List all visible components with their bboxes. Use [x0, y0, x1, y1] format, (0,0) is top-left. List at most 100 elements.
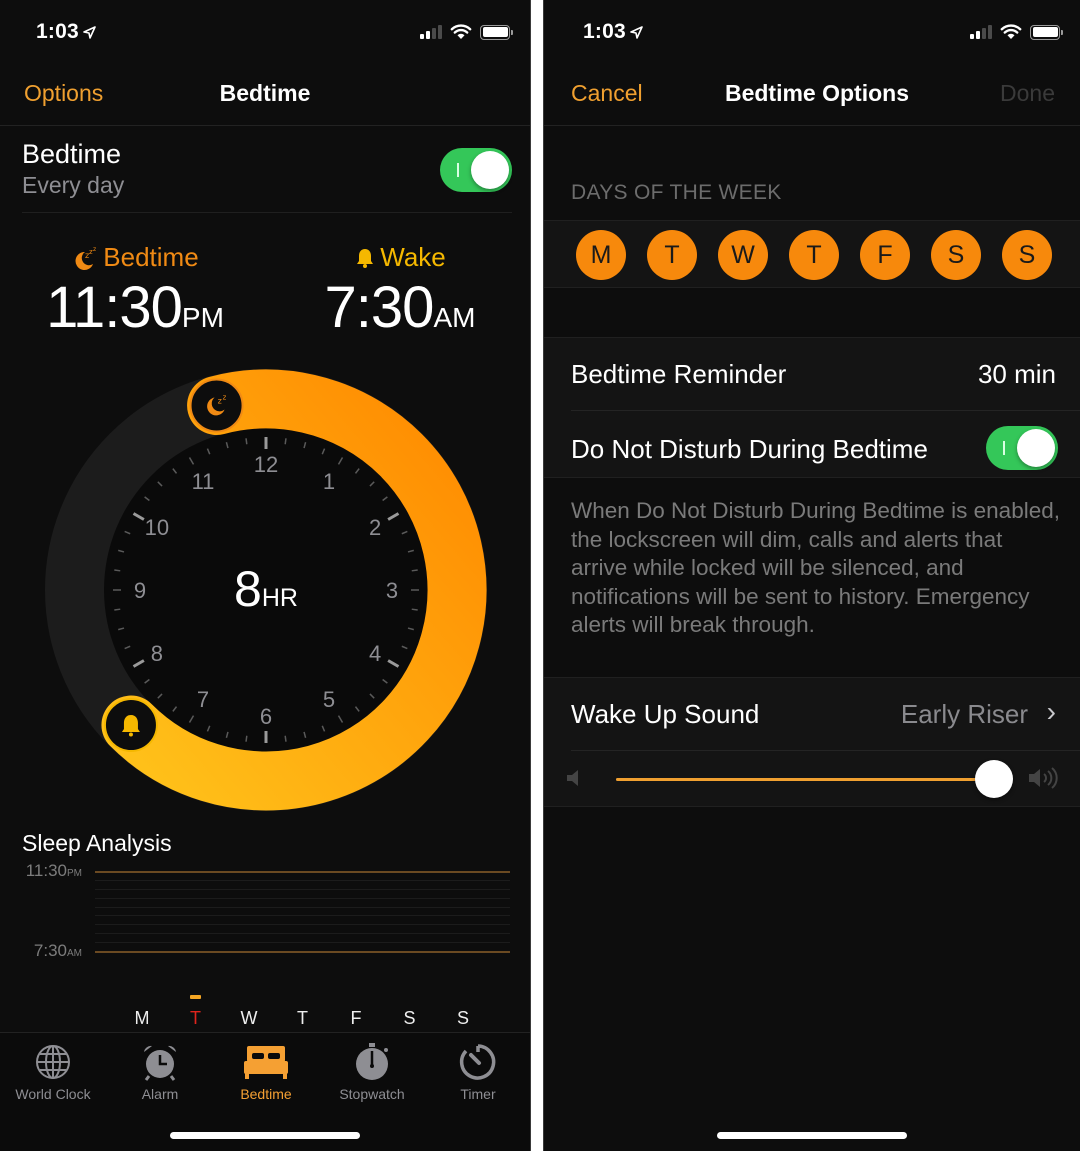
- bedtime-toggle-switch[interactable]: [440, 148, 512, 192]
- clock-tick: [411, 608, 418, 611]
- day-toggle[interactable]: F: [860, 230, 910, 280]
- location-arrow-icon: [83, 21, 96, 45]
- sleep-day-label: S: [403, 1008, 416, 1028]
- globe-icon: [3, 1041, 103, 1083]
- sleep-grid-line: [95, 915, 510, 917]
- dnd-label: Do Not Disturb During Bedtime: [571, 434, 928, 464]
- tab-label: Stopwatch: [339, 1086, 405, 1102]
- clock-tick: [245, 735, 248, 742]
- bedtime-reminder-row[interactable]: Bedtime Reminder 30 min: [571, 338, 1056, 411]
- signal-bar: [976, 31, 980, 39]
- dnd-description: When Do Not Disturb During Bedtime is en…: [571, 498, 1060, 637]
- bedtime-reminder-value: 30 min: [977, 359, 1056, 389]
- sleep-day-label: S: [456, 1008, 469, 1028]
- clock-hour-label: 12: [254, 452, 278, 477]
- sleep-grid-line: [95, 879, 510, 881]
- signal-bar: [982, 28, 986, 39]
- wake-up-sound-row[interactable]: Wake Up Sound Early Riser ›: [571, 678, 1056, 751]
- timer-icon: [428, 1041, 528, 1083]
- day-toggle[interactable]: T: [789, 230, 839, 280]
- tab-label: Alarm: [141, 1086, 179, 1102]
- tab-label: World Clock: [15, 1086, 91, 1102]
- wake-value: 7:30AM: [310, 279, 490, 337]
- day-toggle[interactable]: T: [647, 230, 697, 280]
- clock-tick: [245, 438, 248, 445]
- wifi-icon: [450, 24, 472, 39]
- bedtime-toggle-title: Bedtime: [22, 139, 122, 169]
- tab-world-clock[interactable]: World Clock: [3, 1041, 103, 1102]
- signal-bar: [426, 31, 430, 39]
- volume-slider-thumb[interactable]: [975, 760, 1013, 798]
- sleep-clock-dial: 121234567891011 z z 8HR: [45, 369, 487, 811]
- bedtime-screen: 1:03 Options Bedtime Bedtime Every day z…: [0, 0, 531, 1151]
- svg-text:z: z: [223, 394, 227, 402]
- clock-hour-label: 2: [369, 515, 381, 540]
- clock-tick: [114, 569, 121, 572]
- day-toggle[interactable]: S: [931, 230, 981, 280]
- bedtime-time: 11:30: [46, 275, 183, 340]
- svg-text:z: z: [93, 246, 96, 253]
- wake-label: Wake: [380, 242, 446, 272]
- sleep-axis-bottom-label: 7:30AM: [33, 941, 82, 960]
- svg-text:z: z: [218, 397, 222, 406]
- alarm-clock-icon: [110, 1041, 210, 1083]
- volume-slider-fill: [616, 778, 994, 781]
- clock-hour-label: 1: [323, 469, 335, 494]
- sleep-goal-line: [95, 951, 510, 953]
- cellular-signal-icon: [420, 25, 442, 39]
- tab-bedtime[interactable]: Bedtime: [216, 1041, 316, 1102]
- dnd-row: Do Not Disturb During Bedtime: [571, 411, 1058, 479]
- status-bar: 1:03: [0, 0, 530, 66]
- bedtime-toggle-row: Bedtime Every day: [22, 127, 512, 213]
- days-of-week-selector: MTWTFSS: [544, 220, 1080, 288]
- tab-timer[interactable]: Timer: [428, 1041, 528, 1102]
- stopwatch-icon: [322, 1041, 422, 1083]
- sleep-grid-line: [95, 924, 510, 926]
- clock-tick: [284, 438, 287, 445]
- wake-ampm: AM: [433, 302, 476, 333]
- sleep-day-label: M: [134, 1008, 150, 1028]
- home-indicator[interactable]: [717, 1132, 907, 1139]
- bedtime-handle[interactable]: z z: [189, 378, 244, 433]
- sleep-goal-line: [95, 871, 510, 873]
- clock-hour-label: 9: [134, 578, 146, 603]
- moon-zzz-icon: zzz: [75, 246, 96, 270]
- sleep-grid-line: [95, 897, 510, 899]
- signal-bar: [420, 34, 424, 39]
- clock-tick: [114, 608, 121, 611]
- bedtime-options-screen: 1:03 Cancel Bedtime Options Done DAYS OF…: [543, 0, 1080, 1151]
- wake-time: 7:30: [324, 275, 435, 340]
- day-toggle[interactable]: M: [576, 230, 626, 280]
- volume-low-icon: [567, 770, 578, 786]
- bedtime-ampm: PM: [181, 302, 224, 333]
- clock-hour-label: 6: [260, 704, 272, 729]
- sleep-day-label: T: [190, 1008, 201, 1028]
- day-toggle[interactable]: W: [718, 230, 768, 280]
- sleep-grid-line: [95, 906, 510, 908]
- status-icons: [420, 24, 513, 40]
- bedtime-schedule-subtitle: Every day: [22, 172, 125, 198]
- clock-hour-label: 10: [145, 515, 169, 540]
- tab-alarm[interactable]: Alarm: [110, 1041, 210, 1102]
- reminder-dnd-group: Bedtime Reminder 30 min Do Not Disturb D…: [544, 337, 1080, 478]
- clock-tick: [284, 735, 287, 742]
- volume-high-icon: [1029, 767, 1058, 789]
- today-sleep-marker: [190, 995, 201, 999]
- page-title: Bedtime: [219, 80, 311, 106]
- dnd-toggle-switch[interactable]: [986, 426, 1058, 470]
- volume-slider[interactable]: [616, 760, 1013, 798]
- signal-bar: [970, 34, 974, 39]
- wake-up-sound-label: Wake Up Sound: [571, 699, 760, 729]
- sleep-grid-line: [95, 888, 510, 890]
- home-indicator[interactable]: [170, 1132, 360, 1139]
- wake-handle[interactable]: [103, 698, 158, 753]
- sleep-day-label: T: [297, 1008, 308, 1028]
- signal-bar: [438, 25, 442, 39]
- status-icons: [970, 24, 1063, 40]
- clock-hour-label: 7: [197, 687, 209, 712]
- day-toggle[interactable]: S: [1002, 230, 1052, 280]
- clock-tick: [411, 569, 418, 572]
- done-button[interactable]: Done: [1000, 80, 1055, 107]
- tab-stopwatch[interactable]: Stopwatch: [322, 1041, 422, 1102]
- signal-bar: [988, 25, 992, 39]
